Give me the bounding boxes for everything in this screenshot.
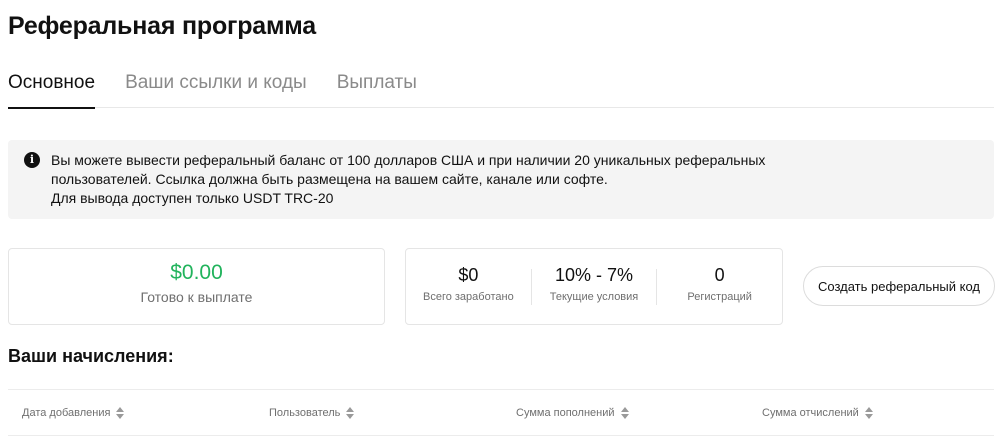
column-label: Пользователь	[269, 407, 341, 419]
balance-amount: $0.00	[170, 261, 223, 284]
stat-label: Регистраций	[687, 290, 752, 303]
stats-card: $0 Всего заработано 10% - 7% Текущие усл…	[405, 248, 783, 325]
sort-icon[interactable]	[620, 407, 629, 419]
stat-value: 10% - 7%	[554, 264, 634, 285]
column-commission-sum[interactable]: Сумма отчислений	[762, 390, 873, 436]
sort-icon[interactable]	[116, 407, 125, 419]
stat-current-terms: 10% - 7% Текущие условия	[530, 265, 657, 305]
column-label: Сумма пополнений	[516, 407, 615, 419]
accruals-title: Ваши начисления:	[8, 346, 174, 366]
tab-bar: Основное Ваши ссылки и коды Выплаты	[8, 70, 994, 109]
balance-card: $0.00 Готово к выплате	[8, 248, 385, 325]
stat-value: $0	[458, 264, 479, 285]
withdrawal-notice: i Вы можете вывести реферальный баланс о…	[8, 140, 994, 219]
page-title: Реферальная программа	[8, 12, 316, 40]
sort-icon[interactable]	[864, 407, 873, 419]
column-label: Дата добавления	[22, 407, 111, 419]
accruals-table-header: Дата добавления Пользователь Сумма попол…	[8, 389, 994, 436]
column-deposit-sum[interactable]: Сумма пополнений	[516, 390, 629, 436]
info-icon: i	[24, 152, 40, 168]
column-label: Сумма отчислений	[762, 407, 859, 419]
create-referral-code-button[interactable]: Создать реферальный код	[803, 266, 995, 306]
stat-label: Текущие условия	[549, 290, 639, 303]
notice-line-3: Для вывода доступен только USDT TRC-20	[51, 190, 334, 206]
stat-value: 0	[714, 264, 725, 285]
column-user[interactable]: Пользователь	[269, 390, 355, 436]
sort-icon[interactable]	[346, 407, 355, 419]
stat-label: Всего заработано	[422, 290, 514, 303]
tab-payouts[interactable]: Выплаты	[337, 70, 417, 108]
tab-main[interactable]: Основное	[8, 70, 96, 109]
notice-line-1: Вы можете вывести реферальный баланс от …	[51, 152, 766, 168]
notice-line-2: пользователей. Ссылка должна быть размещ…	[51, 171, 608, 187]
column-date-added[interactable]: Дата добавления	[22, 390, 125, 436]
balance-label: Готово к выплате	[140, 289, 253, 305]
tab-links-and-codes[interactable]: Ваши ссылки и коды	[125, 70, 307, 108]
stat-registrations: 0 Регистраций	[656, 265, 782, 305]
stat-total-earned: $0 Всего заработано	[406, 265, 531, 305]
